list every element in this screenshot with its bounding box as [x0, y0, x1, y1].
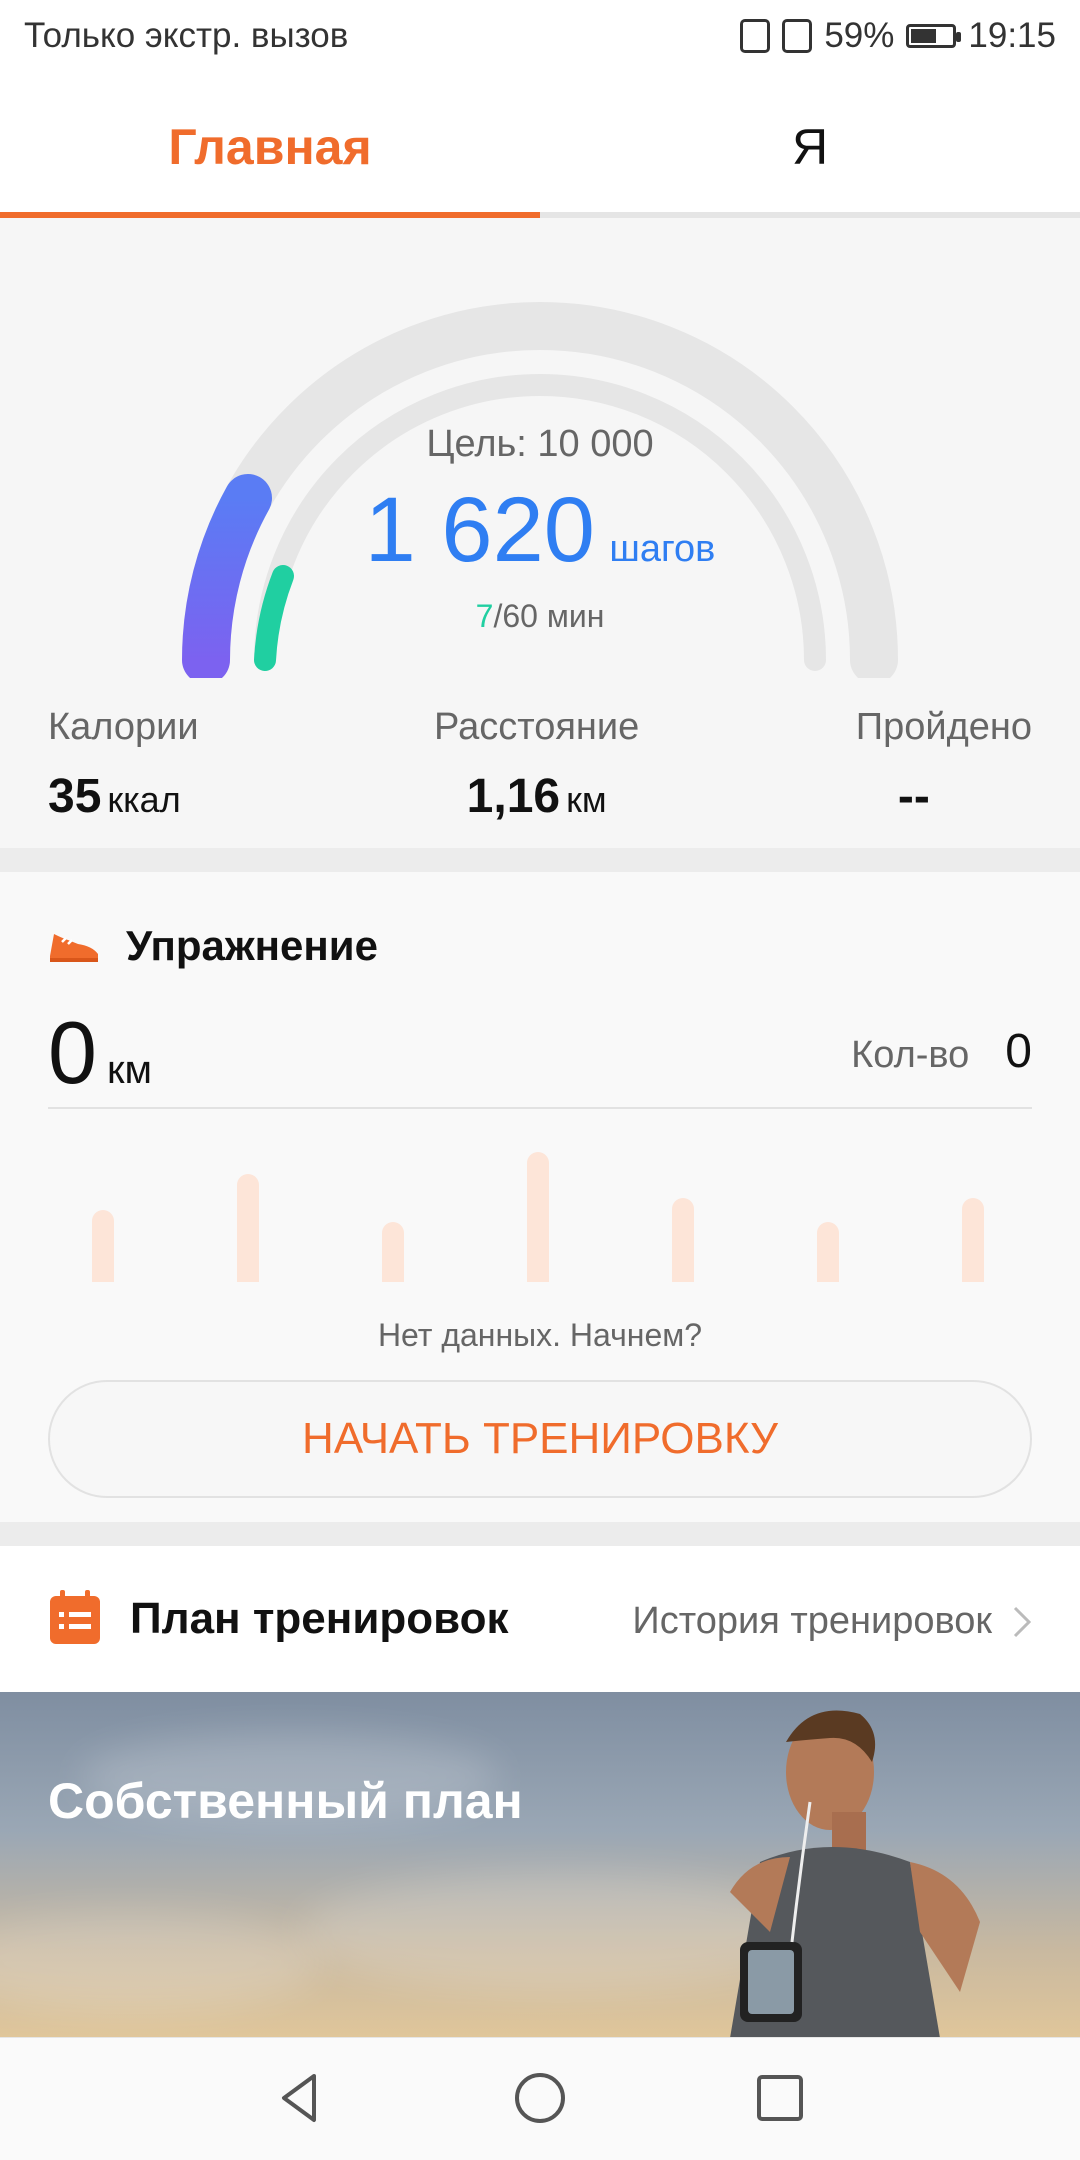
- active-minutes: 7/60 мин: [0, 598, 1080, 635]
- home-icon[interactable]: [510, 2068, 570, 2128]
- plan-title: План тренировок: [130, 1594, 509, 1643]
- battery-icon: [906, 24, 962, 48]
- placeholder-bar: [237, 1174, 259, 1282]
- chevron-right-icon: [1013, 1606, 1032, 1637]
- exercise-distance: 0 км: [48, 1002, 152, 1104]
- placeholder-bar: [382, 1222, 404, 1282]
- banner-title: Собственный план: [48, 1773, 523, 1829]
- history-link[interactable]: История тренировок: [632, 1600, 1032, 1643]
- status-carrier-text: Только экстр. вызов: [24, 16, 349, 55]
- exercise-divider: [48, 1107, 1032, 1109]
- steps-count: 1 620: [364, 479, 595, 581]
- history-link-label: История тренировок: [632, 1600, 992, 1642]
- clock: 19:15: [968, 16, 1056, 55]
- workout-plan-row: План тренировок История тренировок: [0, 1546, 1080, 1692]
- recents-icon[interactable]: [750, 2068, 810, 2128]
- tab-home[interactable]: Главная: [0, 76, 540, 218]
- shoe-icon: [50, 934, 98, 962]
- steps-count-row: 1 620 шагов: [0, 478, 1080, 583]
- exercise-km-unit: км: [106, 1048, 152, 1092]
- calories-unit: ккал: [107, 779, 181, 820]
- vibrate-icon: [740, 19, 771, 53]
- exercise-km-value: 0: [48, 1003, 97, 1102]
- no-data-text: Нет данных. Начнем?: [377, 1317, 703, 1353]
- passed-value: --: [897, 770, 930, 823]
- custom-plan-banner[interactable]: Собственный план: [0, 1692, 1080, 2038]
- passed-label: Пройдено: [855, 706, 1032, 748]
- top-tabs: Главная Я: [0, 76, 1080, 218]
- steps-card[interactable]: Цель: 10 000 1 620 шагов 7/60 мин Калори…: [0, 218, 1080, 848]
- distance-unit: км: [566, 779, 607, 820]
- calories-label: Калории: [48, 706, 199, 748]
- exercise-count-value: 0: [1005, 1025, 1032, 1078]
- distance-value: 1,16: [466, 770, 561, 823]
- exercise-count-label: Кол-во: [851, 1034, 970, 1076]
- back-icon[interactable]: [270, 2068, 330, 2128]
- active-minutes-value: 7: [475, 598, 494, 634]
- exercise-header: Упражнение: [48, 922, 378, 970]
- status-bar: Только экстр. вызов 59% 19:15: [0, 0, 1080, 76]
- placeholder-bar: [527, 1152, 549, 1282]
- steps-unit: шагов: [609, 528, 716, 570]
- section-divider: [0, 1522, 1080, 1546]
- active-minutes-goal: /60 мин: [493, 598, 605, 634]
- tab-me[interactable]: Я: [540, 76, 1080, 218]
- exercise-title: Упражнение: [126, 922, 378, 969]
- system-nav-bar: [0, 2037, 1080, 2160]
- stat-distance: Расстояние 1,16 км: [434, 706, 639, 824]
- sim-alert-icon: [782, 19, 813, 53]
- calories-value: 35: [48, 770, 102, 823]
- status-icons: 59% 19:15: [740, 16, 1056, 56]
- placeholder-bar: [92, 1210, 114, 1282]
- calendar-list-icon: [50, 1590, 100, 1644]
- section-divider: [0, 848, 1080, 872]
- exercise-count: Кол-во 0: [851, 1024, 1032, 1079]
- runner-image: [730, 1710, 980, 2038]
- steps-goal: Цель: 10 000: [426, 423, 654, 465]
- placeholder-bar: [817, 1222, 839, 1282]
- distance-label: Расстояние: [434, 706, 640, 748]
- stat-calories: Калории 35 ккал: [48, 706, 199, 824]
- stat-passed: Пройдено --: [856, 706, 1032, 824]
- exercise-placeholder-chart: [48, 1132, 1032, 1282]
- placeholder-bar: [962, 1198, 984, 1282]
- battery-percent: 59%: [824, 16, 895, 55]
- start-workout-button[interactable]: НАЧАТЬ ТРЕНИРОВКУ: [48, 1380, 1032, 1498]
- placeholder-bar: [672, 1198, 694, 1282]
- exercise-card: Упражнение 0 км Кол-во 0 Нет данных. Начне…: [0, 872, 1080, 1522]
